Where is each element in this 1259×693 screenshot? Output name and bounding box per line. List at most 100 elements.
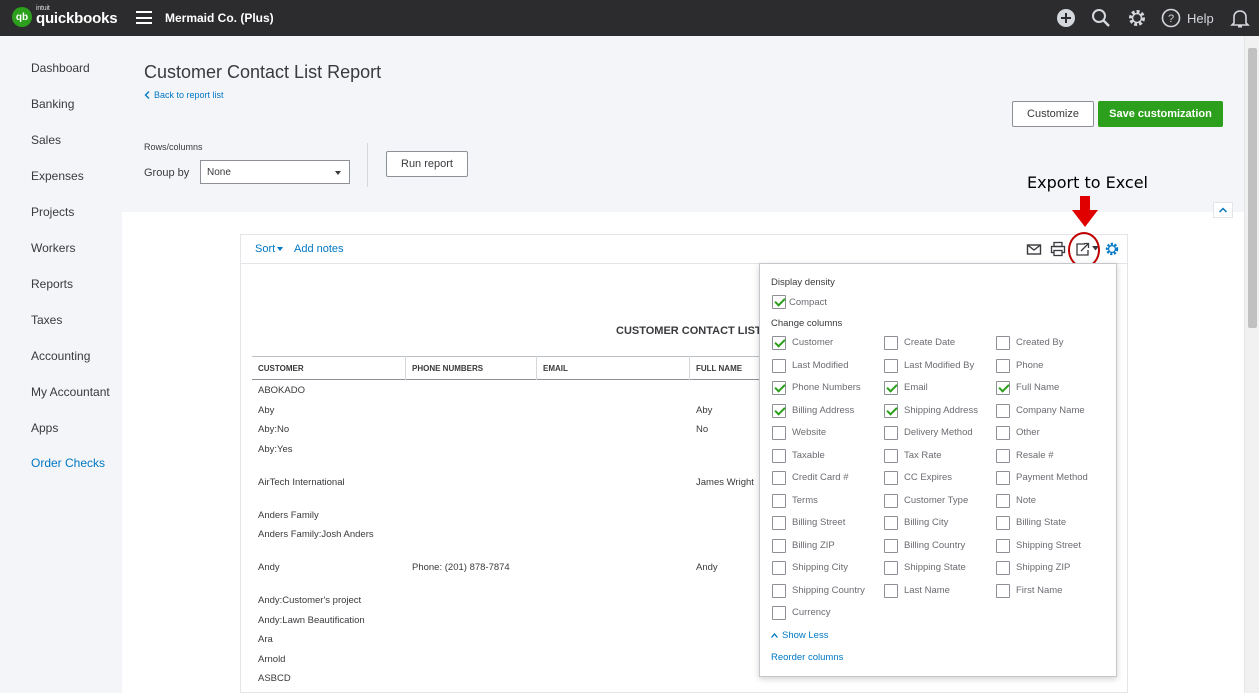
checkbox-phone-numbers[interactable] — [772, 381, 786, 395]
table-cell-customer: Andy — [258, 562, 280, 573]
checkbox-shipping-street[interactable] — [996, 538, 1010, 553]
checkbox-shipping-state[interactable] — [884, 561, 898, 575]
sidebar-item-taxes[interactable]: Taxes — [31, 313, 62, 327]
checkbox-last-modified-by[interactable] — [884, 358, 898, 373]
chevron-left-icon — [144, 91, 150, 99]
help-label[interactable]: Help — [1187, 11, 1214, 26]
checkbox-billing-state[interactable] — [996, 516, 1010, 530]
checkbox-website[interactable] — [772, 426, 786, 440]
sidebar-item-banking[interactable]: Banking — [31, 97, 74, 111]
checkbox-label-shipping-address: Shipping Address — [904, 404, 978, 416]
checkbox-label-shipping-state: Shipping State — [904, 562, 966, 573]
sort-dropdown[interactable]: Sort — [255, 243, 284, 255]
checkbox-billing-address[interactable] — [772, 403, 786, 418]
gear-icon[interactable] — [1126, 7, 1148, 29]
help-icon[interactable]: ? — [1160, 7, 1182, 29]
checkbox-billing-city[interactable] — [884, 516, 898, 530]
collapse-button[interactable] — [1213, 202, 1233, 218]
checkbox-resale[interactable] — [996, 448, 1010, 463]
column-header-customer[interactable]: CUSTOMER — [258, 364, 304, 373]
checkbox-customer-type[interactable] — [884, 493, 898, 508]
sidebar-item-reports[interactable]: Reports — [31, 277, 73, 291]
checkbox-cc-expires[interactable] — [884, 471, 898, 485]
add-notes-link[interactable]: Add notes — [294, 243, 344, 255]
checkbox-credit-card[interactable] — [772, 471, 786, 485]
checkbox-label-last-modified: Last Modified — [792, 359, 849, 371]
page-scrollbar[interactable] — [1244, 36, 1259, 693]
save-customization-button[interactable]: Save customization — [1098, 101, 1223, 127]
checkbox-first-name[interactable] — [996, 583, 1010, 598]
bell-icon[interactable] — [1229, 7, 1251, 29]
sidebar-item-sales[interactable]: Sales — [31, 133, 61, 147]
hamburger-menu-icon[interactable] — [136, 11, 152, 24]
scrollbar-thumb[interactable] — [1248, 48, 1257, 328]
checkbox-taxable[interactable] — [772, 448, 786, 463]
checkbox-label-customer: Customer — [792, 337, 834, 348]
checkbox-label-phone-numbers: Phone Numbers — [792, 382, 861, 393]
show-less-link[interactable]: Show Less — [771, 630, 828, 641]
checkbox-last-modified[interactable] — [772, 358, 786, 373]
sidebar-item-expenses[interactable]: Expenses — [31, 169, 84, 183]
sidebar-item-workers[interactable]: Workers — [31, 241, 75, 255]
checkbox-full-name[interactable] — [996, 381, 1010, 395]
company-name: Mermaid Co. (Plus) — [165, 11, 274, 25]
settings-gear-icon[interactable] — [1104, 241, 1120, 257]
checkbox-shipping-country[interactable] — [772, 583, 786, 598]
checkbox-email[interactable] — [884, 381, 898, 395]
column-header-phone-numbers[interactable]: PHONE NUMBERS — [412, 364, 483, 373]
checkbox-label-credit-card: Credit Card # — [792, 472, 849, 483]
checkbox-shipping-zip[interactable] — [996, 561, 1010, 575]
compact-checkbox[interactable] — [772, 295, 786, 309]
reorder-columns-link[interactable]: Reorder columns — [771, 652, 843, 663]
checkbox-other[interactable] — [996, 426, 1010, 440]
sidebar-item-order-checks[interactable]: Order Checks — [31, 456, 105, 470]
group-by-select[interactable]: None — [200, 160, 350, 184]
quickbooks-logo[interactable]: qb intuit quickbooks — [12, 5, 118, 27]
column-header-full-name[interactable]: FULL NAME — [696, 364, 742, 373]
sidebar-item-apps[interactable]: Apps — [31, 421, 58, 435]
search-icon[interactable] — [1090, 7, 1112, 29]
checkbox-shipping-city[interactable] — [772, 561, 786, 575]
checkbox-label-billing-city: Billing City — [904, 517, 949, 528]
checkbox-payment-method[interactable] — [996, 471, 1010, 485]
checkbox-phone[interactable] — [996, 358, 1010, 373]
customize-button[interactable]: Customize — [1012, 101, 1094, 127]
checkbox-billing-country[interactable] — [884, 538, 898, 553]
report-toolbar — [240, 234, 1128, 264]
report-title: CUSTOMER CONTACT LIST — [616, 325, 762, 337]
sidebar-item-my-accountant[interactable]: My Accountant — [31, 385, 110, 399]
checkbox-delivery-method[interactable] — [884, 426, 898, 440]
checkbox-created-by[interactable] — [996, 336, 1010, 350]
top-bar: qb intuit quickbooks Mermaid Co. (Plus) … — [0, 0, 1259, 36]
checkbox-note[interactable] — [996, 493, 1010, 508]
sidebar-item-dashboard[interactable]: Dashboard — [31, 61, 90, 75]
column-header-email[interactable]: EMAIL — [543, 364, 568, 373]
checkbox-billing-street[interactable] — [772, 516, 786, 530]
checkbox-last-name[interactable] — [884, 583, 898, 598]
table-cell-customer: Aby:Yes — [258, 444, 293, 455]
checkbox-company-name[interactable] — [996, 403, 1010, 418]
checkbox-billing-zip[interactable] — [772, 538, 786, 553]
checkbox-label-billing-address: Billing Address — [792, 404, 855, 416]
export-to-excel-annotation: Export to Excel — [1027, 173, 1148, 192]
checkbox-label-terms: Terms — [792, 494, 818, 506]
red-arrow-down-icon — [1072, 196, 1098, 227]
sidebar-item-projects[interactable]: Projects — [31, 205, 74, 219]
table-cell-customer: Ara — [258, 634, 273, 645]
table-cell-customer: Aby — [258, 405, 275, 416]
table-cell-full-name: No — [696, 424, 709, 435]
checkbox-tax-rate[interactable] — [884, 448, 898, 463]
print-icon[interactable] — [1050, 241, 1066, 257]
checkbox-label-cc-expires: CC Expires — [904, 472, 953, 483]
email-icon[interactable] — [1026, 241, 1042, 257]
checkbox-customer[interactable] — [772, 336, 786, 350]
column-separator — [536, 356, 537, 380]
run-report-button[interactable]: Run report — [386, 151, 468, 177]
plus-icon[interactable] — [1055, 7, 1077, 29]
checkbox-shipping-address[interactable] — [884, 403, 898, 418]
checkbox-create-date[interactable] — [884, 336, 898, 350]
back-to-report-list-link[interactable]: Back to report list — [144, 90, 224, 100]
sidebar-item-accounting[interactable]: Accounting — [31, 349, 90, 363]
checkbox-currency[interactable] — [772, 606, 786, 620]
checkbox-terms[interactable] — [772, 493, 786, 508]
